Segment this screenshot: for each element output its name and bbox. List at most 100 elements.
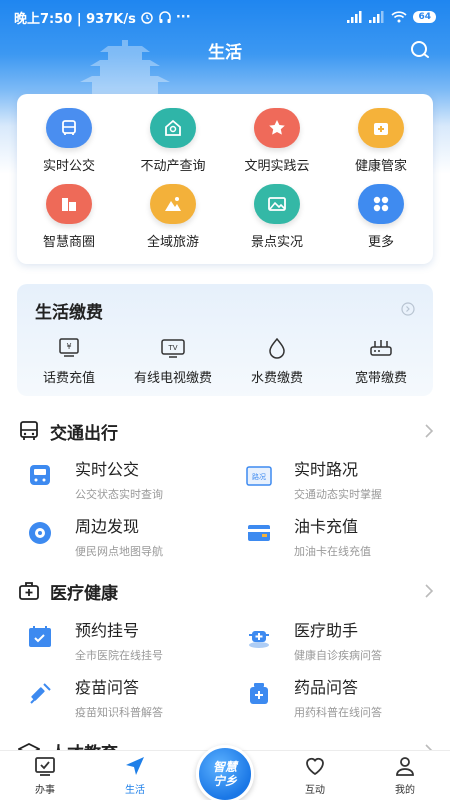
router-icon (370, 340, 392, 356)
compass-icon (29, 522, 51, 544)
traffic-service-0[interactable]: 实时公交 公交状态实时查询 (26, 456, 226, 504)
quick-item-circle (254, 108, 300, 148)
service-desc: 加油卡在线充值 (294, 545, 371, 558)
life-pay-card: 生活缴费 ¥ 话费充值 TV 有线电视缴费 水费缴费 宽带缴费 (17, 284, 433, 396)
service-desc: 交通动态实时掌握 (294, 488, 382, 501)
quick-item-1[interactable]: 不动产查询 (121, 108, 225, 184)
traffic-service-3[interactable]: 油卡充值加油卡在线充值 (245, 513, 445, 561)
headphones-icon (159, 11, 171, 23)
service-desc: 用药科普在线问答 (294, 706, 382, 719)
water-drop-icon (269, 337, 285, 359)
signal-icon-2 (369, 11, 384, 23)
medical-service-2[interactable]: 疫苗问答 疫苗知识科普解答 (26, 674, 226, 722)
quick-item-7[interactable]: 更多 (329, 184, 433, 260)
wifi-icon (391, 11, 408, 23)
center-line-1: 智慧 (212, 760, 237, 774)
pay-item-1[interactable]: TV 有线电视缴费 (121, 336, 225, 386)
chevron-right-icon (425, 424, 434, 438)
tab-mine-label: 我的 (395, 785, 415, 796)
pay-item-label: 宽带缴费 (354, 371, 407, 386)
status-time: 晚上7:50 | 937K/s (14, 11, 136, 27)
quick-item-label: 健康管家 (354, 159, 407, 174)
service-name: 疫苗问答 (75, 678, 140, 697)
pay-item-2[interactable]: 水费缴费 (225, 336, 329, 386)
medical-kit-icon (374, 123, 388, 135)
tab-life[interactable]: 生活 (90, 751, 180, 800)
quick-item-0[interactable]: 实时公交 (17, 108, 121, 184)
quick-item-label: 不动产查询 (140, 159, 206, 174)
top-bar: 生活 (0, 34, 450, 66)
road-sign-icon: 路况 (246, 466, 272, 486)
service-desc: 便民网点地图导航 (75, 545, 163, 558)
traffic-service-1[interactable]: 路况 实时路况 交通动态实时掌握 (245, 456, 445, 504)
tv-icon: TV (161, 339, 185, 358)
svg-text:路况: 路况 (252, 472, 266, 481)
pay-item-3[interactable]: 宽带缴费 (329, 336, 433, 386)
more-arrow-icon[interactable] (401, 302, 415, 316)
quick-item-label: 景点实况 (250, 235, 303, 250)
section-traffic-header[interactable]: 交通出行 (18, 417, 434, 445)
pay-item-label: 话费充值 (42, 371, 95, 386)
medical-kit-outline-icon (19, 582, 39, 600)
tab-interact[interactable]: 互动 (270, 751, 360, 800)
service-name: 周边发现 (75, 517, 140, 536)
doctor-assistant-icon (249, 631, 269, 648)
alarm-icon (141, 12, 153, 24)
page-title: 生活 (208, 42, 242, 63)
quick-item-5[interactable]: 全域旅游 (121, 184, 225, 260)
service-name: 油卡充值 (294, 517, 359, 536)
mountain-icon (165, 197, 181, 211)
quick-item-circle (46, 108, 92, 148)
shop-icon (62, 198, 76, 211)
card-icon (248, 525, 270, 541)
pay-item-label: 水费缴费 (250, 371, 303, 386)
medical-service-3[interactable]: 药品问答用药科普在线问答 (245, 674, 445, 722)
landscape-icon (268, 197, 286, 211)
tab-interact-label: 互动 (305, 785, 325, 796)
bus-icon (62, 120, 76, 135)
medical-service-0[interactable]: 预约挂号全市医院在线挂号 (26, 617, 226, 665)
center-home-button[interactable]: 智慧 宁乡 (196, 745, 254, 800)
quick-item-6[interactable]: 景点实况 (225, 184, 329, 260)
syringe-icon (30, 683, 51, 704)
medicine-bottle-icon (250, 683, 268, 704)
tab-life-label: 生活 (125, 785, 145, 796)
quick-item-2[interactable]: 文明实践云 (225, 108, 329, 184)
status-bar: 晚上7:50 | 937K/s ··· 64 (0, 0, 450, 34)
house-search-icon (165, 119, 181, 136)
life-pay-title: 生活缴费 (35, 303, 103, 323)
quick-item-label: 全域旅游 (146, 235, 199, 250)
tab-mine[interactable]: 我的 (360, 751, 450, 800)
traffic-service-2[interactable]: 周边发现便民网点地图导航 (26, 513, 226, 561)
quick-item-circle (254, 184, 300, 224)
bus-icon (30, 465, 50, 485)
more-grid-icon (373, 196, 389, 212)
quick-item-label: 智慧商圈 (42, 235, 95, 250)
service-name: 医疗助手 (294, 621, 359, 640)
section-traffic-title: 交通出行 (50, 423, 118, 444)
chevron-right-icon (425, 584, 434, 598)
pay-item-0[interactable]: ¥ 话费充值 (17, 336, 121, 386)
service-name: 预约挂号 (75, 621, 140, 640)
tab-affairs[interactable]: 办事 (0, 751, 90, 800)
pay-item-label: 有线电视缴费 (133, 371, 212, 386)
tab-affairs-label: 办事 (35, 785, 55, 796)
quick-item-circle (150, 108, 196, 148)
user-icon (396, 757, 414, 776)
star-badge-icon (269, 120, 285, 135)
quick-item-label: 文明实践云 (244, 159, 310, 174)
quick-item-4[interactable]: 智慧商圈 (17, 184, 121, 260)
section-medical-header[interactable]: 医疗健康 (18, 577, 434, 605)
quick-item-circle (358, 108, 404, 148)
svg-text:TV: TV (167, 344, 177, 352)
medical-service-1[interactable]: 医疗助手 健康自诊疾病问答 (245, 617, 445, 665)
service-desc: 全市医院在线挂号 (75, 649, 163, 662)
search-icon[interactable] (408, 38, 432, 62)
center-line-2: 宁乡 (212, 774, 237, 788)
navigate-arrow-icon (126, 757, 144, 775)
quick-item-circle (46, 184, 92, 224)
service-name: 药品问答 (294, 678, 359, 697)
quick-item-3[interactable]: 健康管家 (329, 108, 433, 184)
bus-outline-icon (20, 421, 38, 440)
center-logo: 智慧 宁乡 (196, 745, 254, 800)
